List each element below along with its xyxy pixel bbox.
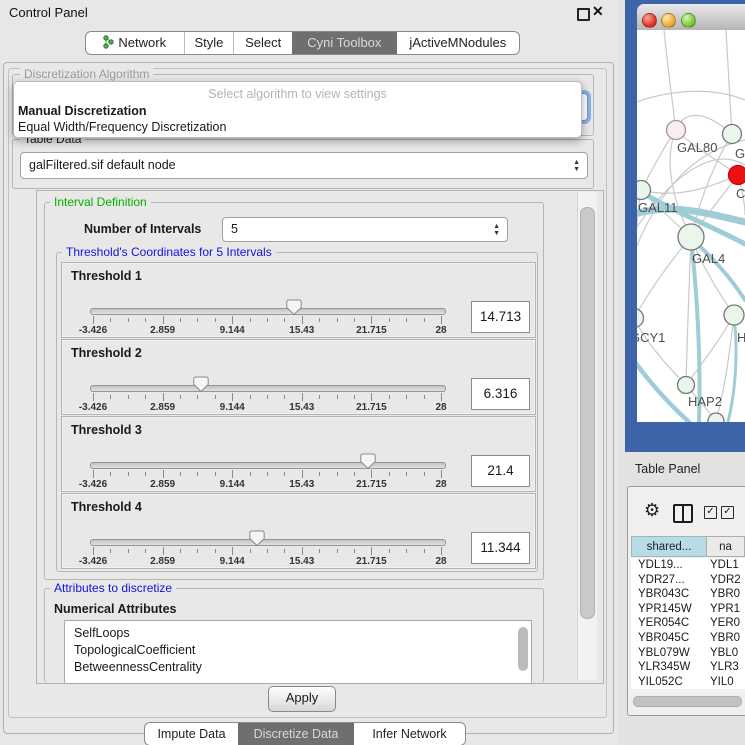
control-panel-title: Control Panel (9, 5, 88, 20)
tab-select[interactable]: Select (233, 32, 292, 54)
zoom-traffic-light-icon[interactable] (681, 13, 696, 28)
column-header-name[interactable]: na (706, 536, 745, 557)
checkbox-icon[interactable]: ✓ (721, 506, 734, 519)
network-window-titlebar[interactable] (637, 4, 745, 31)
minimize-traffic-light-icon[interactable] (661, 13, 676, 28)
number-of-intervals-combobox[interactable]: 5 ▲▼ (222, 217, 508, 242)
threshold-2-value-field[interactable]: 6.316 (471, 378, 530, 410)
interval-definition-title: Interval Definition (50, 195, 151, 209)
algorithm-popup-prompt: Select algorithm to view settings (14, 87, 581, 101)
network-node-label: GA (735, 146, 745, 161)
threshold-3-value-field[interactable]: 21.4 (471, 455, 530, 487)
threshold-4-panel: Threshold 4 -3.4262.8599.14415.4321.7152… (61, 493, 536, 569)
network-node[interactable] (637, 181, 651, 200)
number-of-intervals-label: Number of Intervals (84, 222, 201, 236)
list-item[interactable]: SelfLoops (65, 625, 531, 642)
algorithm-dropdown-popup: Select algorithm to view settings Manual… (13, 81, 582, 138)
algorithm-option-equal-width[interactable]: Equal Width/Frequency Discretization (17, 120, 578, 135)
close-traffic-light-icon[interactable] (642, 13, 657, 28)
tab-impute-data[interactable]: Impute Data (145, 723, 238, 745)
threshold-2-slider[interactable] (90, 385, 446, 392)
vertical-scrollbar-thumb[interactable] (580, 207, 595, 619)
threshold-1-panel: Threshold 1 -3.4262.8599.14415.4321.7152… (61, 262, 536, 338)
attributes-group-title: Attributes to discretize (50, 581, 176, 595)
network-node-label: HAP2 (688, 394, 722, 409)
table-row[interactable]: YLR345WYLR3 (631, 660, 745, 675)
float-window-icon[interactable] (577, 8, 590, 21)
network-tab-icon (103, 34, 114, 54)
application-window: Control Panel ✕ Network Style Select Cyn… (0, 0, 745, 745)
tab-cyni-toolbox[interactable]: Cyni Toolbox (292, 32, 397, 54)
network-node-label: GCY1 (637, 330, 665, 345)
table-row[interactable]: YBR043CYBR0 (631, 587, 745, 602)
network-node[interactable] (729, 166, 745, 185)
threshold-group-title: Threshold's Coordinates for 5 Intervals (62, 245, 276, 259)
apply-button[interactable]: Apply (268, 686, 336, 712)
network-node[interactable] (637, 309, 644, 328)
threshold-3-label: Threshold 3 (71, 423, 142, 437)
threshold-1-value-field[interactable]: 14.713 (471, 301, 530, 333)
table-panel-title: Table Panel (635, 462, 700, 476)
horizontal-scrollbar-thumb[interactable] (633, 696, 742, 707)
network-node[interactable] (724, 305, 744, 325)
threshold-2-panel: Threshold 2 -3.4262.8599.14415.4321.7152… (61, 339, 536, 415)
tab-infer-network[interactable]: Infer Network (354, 723, 465, 745)
table-row[interactable]: YER054CYER0 (631, 616, 745, 631)
close-icon[interactable]: ✕ (592, 3, 604, 20)
network-graph[interactable]: GAL80 GA C GAL11 GAL4 GCY1 H HAP2 (637, 30, 745, 422)
list-item[interactable]: TopologicalCoefficient (65, 642, 531, 659)
threshold-3-panel: Threshold 3 -3.4262.8599.14415.4321.7152… (61, 416, 536, 492)
threshold-1-label: Threshold 1 (71, 269, 142, 283)
stepper-arrows-icon: ▲▼ (573, 153, 580, 178)
numerical-attributes-list[interactable]: SelfLoops TopologicalCoefficient Between… (64, 620, 532, 684)
threshold-4-label: Threshold 4 (71, 500, 142, 514)
table-row[interactable]: YDR27...YDR2 (631, 573, 745, 588)
network-node[interactable] (678, 224, 704, 250)
threshold-3-slider[interactable] (90, 462, 446, 469)
network-node[interactable] (678, 377, 695, 394)
list-scrollbar-thumb[interactable] (518, 627, 528, 671)
table-row[interactable]: YDL19...YDL1 (631, 558, 745, 573)
tab-style[interactable]: Style (184, 32, 234, 54)
algorithm-group-title: Discretization Algorithm (20, 67, 153, 81)
stepper-arrows-icon: ▲▼ (493, 218, 500, 241)
table-row[interactable]: YPR145WYPR1 (631, 602, 745, 617)
network-node[interactable] (667, 121, 686, 140)
threshold-4-slider-thumb[interactable] (249, 530, 265, 547)
threshold-4-value-field[interactable]: 11.344 (471, 532, 530, 564)
network-node-label: GAL80 (677, 140, 717, 155)
control-panel-tabbar: Network Style Select Cyni Toolbox jActiv… (85, 31, 520, 55)
node-table[interactable]: YDL19...YDL1 YDR27...YDR2 YBR043CYBR0 YP… (631, 558, 745, 689)
bottom-tabbar: Impute Data Discretize Data Infer Networ… (144, 722, 466, 745)
threshold-1-slider-thumb[interactable] (286, 299, 302, 316)
tab-network[interactable]: Network (86, 32, 184, 54)
threshold-3-slider-thumb[interactable] (360, 453, 376, 470)
gear-icon[interactable]: ⚙ (644, 500, 660, 521)
network-node-label: C (736, 186, 745, 201)
table-row[interactable]: YBR045CYBR0 (631, 631, 745, 646)
table-row[interactable]: YIL052CYIL0 (631, 675, 745, 689)
network-node-label: GAL4 (692, 251, 725, 266)
numerical-attributes-label: Numerical Attributes (54, 602, 176, 616)
table-data-combobox[interactable]: galFiltered.sif default node ▲▼ (20, 152, 588, 179)
network-node[interactable] (723, 125, 742, 144)
network-node-label: GAL11 (638, 200, 678, 215)
threshold-2-slider-thumb[interactable] (193, 376, 209, 393)
network-node-label: H (737, 330, 745, 345)
tab-discretize-data[interactable]: Discretize Data (238, 723, 354, 745)
threshold-1-slider[interactable] (90, 308, 446, 315)
checkbox-icon[interactable]: ✓ (704, 506, 717, 519)
threshold-4-slider[interactable] (90, 539, 446, 546)
column-header-shared-name[interactable]: shared... (631, 536, 707, 557)
tab-jactivemnodules[interactable]: jActiveMNodules (397, 32, 519, 54)
threshold-2-label: Threshold 2 (71, 346, 142, 360)
split-view-icon[interactable] (673, 504, 693, 523)
algorithm-option-manual[interactable]: Manual Discretization (17, 104, 578, 119)
table-row[interactable]: YBL079WYBL0 (631, 646, 745, 661)
list-item[interactable]: BetweennessCentrality (65, 659, 531, 676)
